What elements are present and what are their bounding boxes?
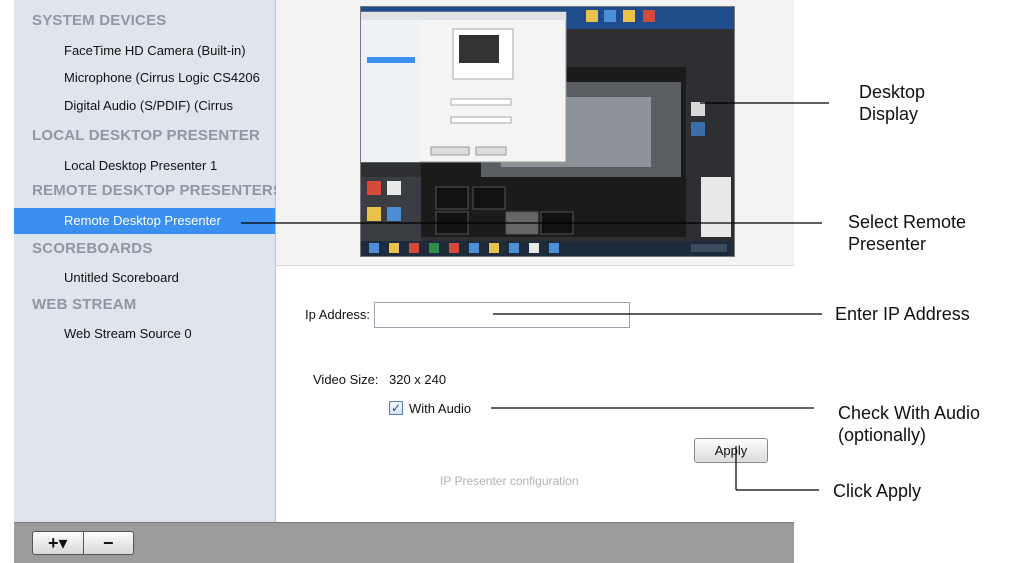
callout-desktop-display: Desktop Display bbox=[859, 81, 925, 125]
callout-line: Presenter bbox=[848, 234, 927, 254]
callout-check-audio: Check With Audio (optionally) bbox=[838, 402, 980, 446]
callout-click-apply: Click Apply bbox=[833, 481, 922, 501]
callout-line: Display bbox=[859, 104, 919, 124]
callout-line: Select Remote bbox=[848, 212, 967, 232]
callout-line: (optionally) bbox=[838, 425, 927, 445]
callout-select-remote: Select Remote Presenter bbox=[848, 211, 966, 255]
callout-line: Desktop bbox=[859, 82, 926, 102]
callout-line: Check With Audio bbox=[838, 403, 981, 423]
callout-enter-ip: Enter IP Address bbox=[835, 304, 970, 324]
